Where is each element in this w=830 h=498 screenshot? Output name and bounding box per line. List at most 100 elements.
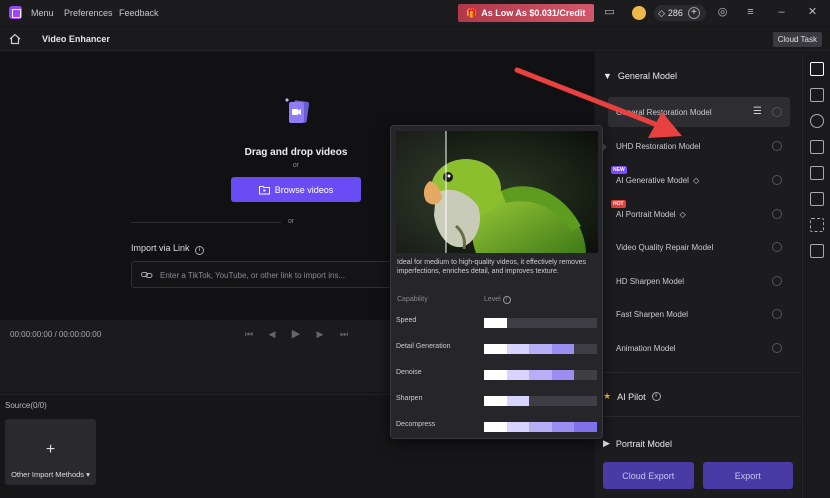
level-segment (506, 370, 530, 380)
general-model-title: General Model (617, 71, 677, 81)
model-ai-generative[interactable]: NEW AI Generative Model ◇ (608, 165, 790, 195)
model-label: AI Portrait Model (616, 209, 676, 219)
model-radio[interactable] (772, 276, 782, 286)
model-label: HD Sharpen Model (616, 276, 685, 286)
link-input-box[interactable] (131, 261, 393, 288)
expand-icon: ▶ (603, 438, 610, 448)
general-model-header[interactable]: ▼ General Model (603, 71, 677, 81)
model-hd-sharpen[interactable]: HD Sharpen Model (608, 266, 790, 296)
capability-header: Capability (397, 296, 428, 303)
level-segment (529, 344, 552, 354)
capability-row: Detail Generation (396, 342, 599, 354)
info-icon[interactable]: i (502, 296, 511, 304)
capability-name: Detail Generation (396, 343, 451, 350)
menu-button[interactable]: Menu (31, 8, 54, 18)
model-label: UHD Restoration Model (616, 141, 701, 151)
model-radio[interactable] (772, 242, 782, 252)
tool-sidebar (802, 52, 830, 498)
play-icon[interactable]: ▶ (290, 328, 302, 340)
model-label: General Restoration Model (616, 107, 712, 117)
level-segment (551, 370, 575, 380)
maximize-icon[interactable] (779, 6, 792, 19)
or-separator-2: or (288, 218, 295, 225)
capability-name: Sharpen (396, 395, 423, 402)
model-label: Video Quality Repair Model (616, 242, 714, 252)
level-segment (529, 422, 552, 432)
preferences-button[interactable]: Preferences (64, 8, 113, 18)
settings-sliders-icon[interactable]: ☰ (753, 106, 762, 117)
hot-badge: HOT (611, 200, 626, 208)
info-icon[interactable]: i (195, 246, 205, 255)
level-header: Level i (484, 296, 511, 304)
grid-icon[interactable] (810, 140, 824, 154)
capability-row: Denoise (396, 368, 599, 380)
coin-icon[interactable] (632, 6, 646, 20)
home-icon[interactable] (8, 32, 22, 46)
model-label: Fast Sharpen Model (616, 309, 689, 319)
other-import-methods-button[interactable]: + Other Import Methods ▾ (5, 419, 96, 485)
level-segment (551, 344, 575, 354)
restore-icon[interactable] (810, 114, 824, 128)
skip-back-icon[interactable]: ⏮ (243, 328, 255, 340)
model-fast-sharpen[interactable]: Fast Sharpen Model (608, 299, 790, 329)
model-ai-portrait[interactable]: HOT AI Portrait Model ◇ (608, 199, 790, 229)
parrot-preview-image (396, 131, 598, 253)
step-back-icon[interactable]: ◀ (266, 328, 278, 340)
credits-count: 286 (667, 8, 683, 18)
diamond-icon: ◇ (658, 7, 665, 18)
collapse-icon: ▼ (603, 71, 612, 81)
capability-name: Speed (396, 317, 417, 324)
model-description: Ideal for medium to high-quality videos,… (397, 259, 586, 275)
video-file-icon (285, 98, 310, 123)
level-segment (551, 422, 575, 432)
capability-level-bar (484, 422, 597, 432)
model-radio[interactable] (772, 343, 782, 353)
portrait-model-header[interactable]: ▶ Portrait Model (603, 438, 672, 449)
title-bar: Menu Preferences Feedback 🎁 As Low As $0… (0, 0, 830, 26)
feedback-button[interactable]: Feedback (119, 8, 159, 18)
add-credits-icon[interactable]: + (687, 7, 700, 19)
level-segment (506, 396, 530, 406)
diamond-icon: ◇ (692, 175, 700, 185)
cloud-export-button[interactable]: Cloud Export (603, 462, 694, 489)
import-via-link-label: Import via Link i (131, 243, 205, 255)
ai-pilot-header[interactable]: ★ AI Pilot i (603, 391, 661, 402)
browse-videos-label: Browse videos (274, 184, 334, 195)
eraser-icon[interactable] (810, 192, 824, 206)
capability-row: Decompress (396, 420, 599, 432)
model-radio[interactable] (772, 309, 782, 319)
gift-icon: 🎁 (466, 7, 478, 18)
diamond-icon: ◇ (679, 209, 686, 219)
info-icon[interactable]: i (651, 392, 661, 401)
account-icon[interactable]: ◎ (716, 6, 729, 19)
skip-forward-icon[interactable]: ⏭ (338, 328, 350, 340)
model-radio[interactable] (772, 175, 782, 185)
timecode: 00:00:00:00 / 00:00:00:00 (10, 330, 102, 339)
model-uhd-restoration[interactable]: UHD Restoration Model (608, 131, 790, 161)
model-video-quality-repair[interactable]: Video Quality Repair Model (608, 232, 790, 262)
capability-level-bar (484, 344, 597, 354)
model-radio[interactable] (772, 107, 782, 117)
model-radio[interactable] (772, 209, 782, 219)
link-input[interactable] (160, 267, 388, 283)
cloud-task-button[interactable]: Cloud Task (772, 32, 822, 47)
model-animation[interactable]: Animation Model (608, 333, 790, 363)
level-segment (484, 422, 507, 432)
browse-videos-button[interactable]: Browse videos (231, 177, 361, 202)
video-add-icon[interactable] (810, 244, 824, 258)
uhd-video-icon[interactable] (810, 62, 824, 76)
source-count: Source(0/0) (5, 401, 47, 410)
close-icon[interactable]: ✕ (806, 6, 819, 19)
enhance-icon[interactable] (810, 88, 824, 102)
model-radio[interactable] (772, 141, 782, 151)
device-icon[interactable]: ▭ (603, 6, 616, 19)
hamburger-menu-icon[interactable]: ≡ (744, 6, 757, 19)
edit-icon[interactable] (810, 166, 824, 180)
step-forward-icon[interactable]: ▶ (314, 328, 326, 340)
export-button[interactable]: Export (702, 462, 793, 489)
capability-level-bar (484, 370, 597, 380)
credits-badge[interactable]: ◇ 286 + (654, 5, 706, 21)
promo-banner[interactable]: 🎁 As Low As $0.031/Credit (458, 4, 594, 22)
select-icon[interactable] (810, 218, 824, 232)
model-general-restoration[interactable]: General Restoration Model ☰ (608, 97, 790, 127)
